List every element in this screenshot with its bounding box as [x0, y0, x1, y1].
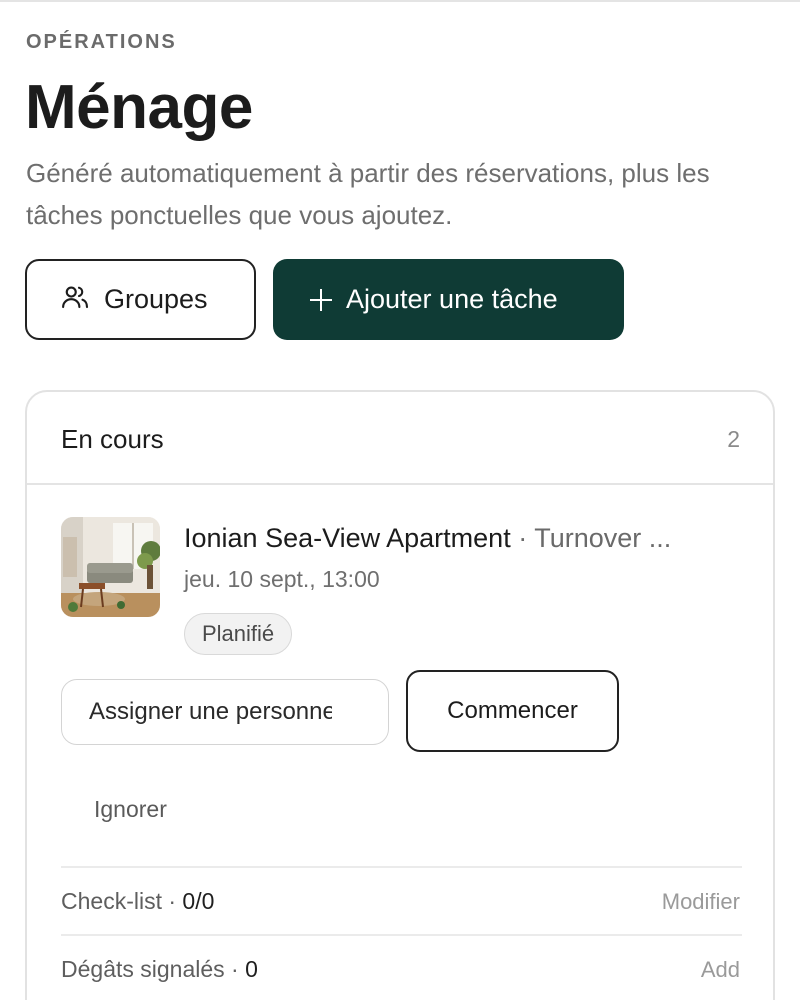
top-divider [0, 0, 800, 2]
damages-value: 0 [245, 956, 258, 982]
task-title[interactable]: Ionian Sea-View Apartment · Turnover ... [184, 523, 744, 554]
checklist-label: Check-list · [61, 888, 177, 914]
damages-label: Dégâts signalés · [61, 956, 239, 982]
row-divider [61, 866, 742, 868]
assign-person-select[interactable]: Assigner une personne [61, 679, 389, 745]
title-separator: · [518, 523, 528, 553]
add-task-button[interactable]: Ajouter une tâche [273, 259, 624, 340]
groups-button[interactable]: Groupes [25, 259, 256, 340]
card-title: En cours [61, 424, 164, 454]
page-title: Ménage [25, 73, 253, 142]
row-divider [61, 934, 742, 936]
task-type: Turnover ... [534, 523, 672, 553]
page-subtitle: Généré automatiquement à partir des rése… [26, 158, 710, 230]
task-count: 2 [727, 426, 740, 452]
assign-person-value: Assigner une personne [89, 698, 332, 725]
task-datetime: jeu. 10 sept., 13:00 [184, 566, 380, 592]
property-thumbnail [61, 517, 160, 617]
property-name: Ionian Sea-View Apartment [184, 523, 511, 553]
start-button[interactable]: Commencer [406, 670, 619, 752]
checklist-row: Check-list · 0/0 [61, 888, 214, 915]
in-progress-card: En cours 2 Ionian Sea-View Apartment · T… [25, 390, 775, 1000]
edit-checklist-link[interactable]: Modifier [662, 889, 740, 915]
plus-icon [310, 288, 332, 311]
damages-row: Dégâts signalés · 0 [61, 956, 258, 983]
card-header: En cours 2 [27, 392, 773, 485]
add-damage-link[interactable]: Add [701, 957, 740, 983]
users-icon [60, 282, 90, 317]
section-eyebrow: OPÉRATIONS [26, 31, 177, 53]
add-task-button-label: Ajouter une tâche [346, 284, 558, 314]
ignore-button[interactable]: Ignorer [94, 796, 167, 823]
status-badge: Planifié [184, 613, 293, 655]
groups-button-label: Groupes [104, 284, 208, 314]
checklist-value: 0/0 [182, 888, 215, 914]
